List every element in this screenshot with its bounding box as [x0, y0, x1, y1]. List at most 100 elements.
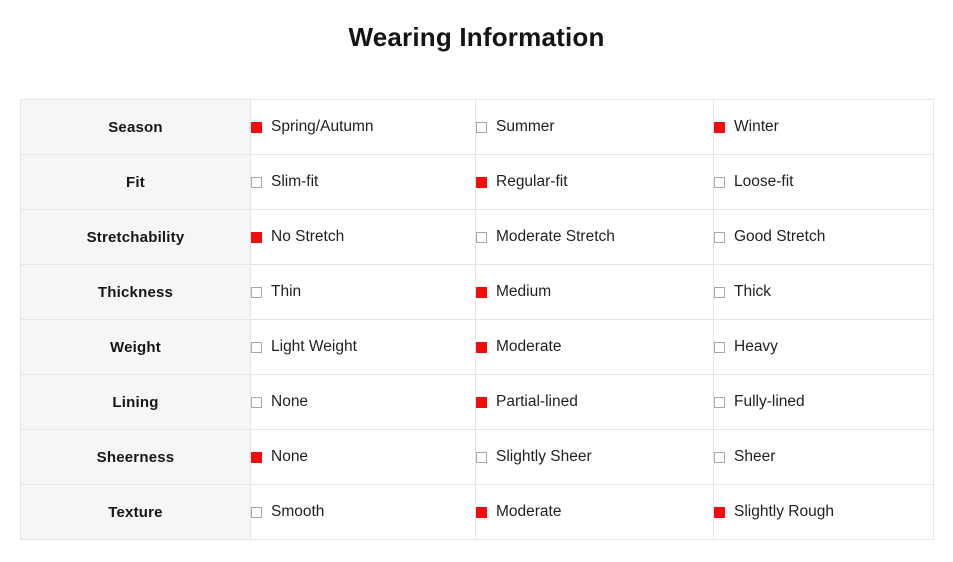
checkbox-unchecked-icon[interactable] — [714, 451, 725, 463]
option-cell[interactable]: Sheer — [713, 429, 934, 485]
option-label: Heavy — [734, 338, 778, 355]
option-cell[interactable]: Thin — [250, 264, 476, 320]
table-row: Texture Smooth Moderate Slightly Rough — [20, 484, 934, 540]
option-cell[interactable]: Slightly Sheer — [475, 429, 714, 485]
checkbox-checked-icon[interactable] — [251, 231, 262, 243]
option-label: Partial-lined — [496, 393, 578, 410]
row-label-3: Thickness — [20, 264, 251, 320]
option-unchecked[interactable]: Moderate Stretch — [476, 228, 713, 246]
option-cell[interactable]: Loose-fit — [713, 154, 934, 210]
option-checked[interactable]: Winter — [714, 118, 933, 136]
option-unchecked[interactable]: Slim-fit — [251, 173, 475, 191]
option-checked[interactable]: Moderate — [476, 503, 713, 521]
row-label-2: Stretchability — [20, 209, 251, 265]
option-unchecked[interactable]: Sheer — [714, 448, 933, 466]
checkbox-unchecked-icon[interactable] — [714, 286, 725, 298]
option-cell[interactable]: None — [250, 429, 476, 485]
option-label: Good Stretch — [734, 228, 826, 245]
option-checked[interactable]: Moderate — [476, 338, 713, 356]
option-label: Slightly Rough — [734, 503, 834, 520]
option-unchecked[interactable]: Good Stretch — [714, 228, 933, 246]
option-cell[interactable]: Light Weight — [250, 319, 476, 375]
option-label: Light Weight — [271, 338, 357, 355]
option-cell[interactable]: Spring/Autumn — [250, 99, 476, 155]
option-cell[interactable]: Moderate — [475, 484, 714, 540]
checkbox-unchecked-icon[interactable] — [251, 176, 262, 188]
option-unchecked[interactable]: Light Weight — [251, 338, 475, 356]
option-checked[interactable]: Regular-fit — [476, 173, 713, 191]
option-unchecked[interactable]: Thin — [251, 283, 475, 301]
option-checked[interactable]: Medium — [476, 283, 713, 301]
option-checked[interactable]: Slightly Rough — [714, 503, 933, 521]
checkbox-unchecked-icon[interactable] — [251, 396, 262, 408]
table-row: Stretchability No Stretch Moderate Stretch… — [20, 209, 934, 265]
option-label: Moderate — [496, 338, 562, 355]
option-cell[interactable]: Moderate Stretch — [475, 209, 714, 265]
checkbox-unchecked-icon[interactable] — [476, 121, 487, 133]
row-label-1: Fit — [20, 154, 251, 210]
checkbox-checked-icon[interactable] — [476, 506, 487, 518]
option-unchecked[interactable]: Heavy — [714, 338, 933, 356]
checkbox-unchecked-icon[interactable] — [714, 341, 725, 353]
checkbox-checked-icon[interactable] — [251, 451, 262, 463]
option-cell[interactable]: None — [250, 374, 476, 430]
option-cell[interactable]: No Stretch — [250, 209, 476, 265]
option-cell[interactable]: Thick — [713, 264, 934, 320]
option-cell[interactable]: Slim-fit — [250, 154, 476, 210]
table-row: Thickness Thin Medium Thick — [20, 264, 934, 320]
option-label: Summer — [496, 118, 555, 135]
wearing-information-page: Wearing Information Season Spring/Autumn S… — [0, 0, 953, 562]
option-unchecked[interactable]: Slightly Sheer — [476, 448, 713, 466]
option-unchecked[interactable]: Smooth — [251, 503, 475, 521]
option-cell[interactable]: Summer — [475, 99, 714, 155]
option-cell[interactable]: Partial-lined — [475, 374, 714, 430]
row-label-6: Sheerness — [20, 429, 251, 485]
checkbox-unchecked-icon[interactable] — [476, 231, 487, 243]
checkbox-checked-icon[interactable] — [476, 396, 487, 408]
option-checked[interactable]: Spring/Autumn — [251, 118, 475, 136]
option-unchecked[interactable]: Loose-fit — [714, 173, 933, 191]
option-checked[interactable]: Partial-lined — [476, 393, 713, 411]
checkbox-unchecked-icon[interactable] — [476, 451, 487, 463]
checkbox-unchecked-icon[interactable] — [251, 341, 262, 353]
option-label: Sheer — [734, 448, 776, 465]
option-cell[interactable]: Good Stretch — [713, 209, 934, 265]
checkbox-checked-icon[interactable] — [476, 286, 487, 298]
checkbox-checked-icon[interactable] — [476, 176, 487, 188]
checkbox-unchecked-icon[interactable] — [714, 176, 725, 188]
checkbox-checked-icon[interactable] — [714, 506, 725, 518]
option-unchecked[interactable]: Fully-lined — [714, 393, 933, 411]
checkbox-checked-icon[interactable] — [476, 341, 487, 353]
checkbox-unchecked-icon[interactable] — [251, 286, 262, 298]
option-cell[interactable]: Winter — [713, 99, 934, 155]
option-cell[interactable]: Slightly Rough — [713, 484, 934, 540]
option-label: Winter — [734, 118, 779, 135]
option-cell[interactable]: Regular-fit — [475, 154, 714, 210]
option-cell[interactable]: Fully-lined — [713, 374, 934, 430]
checkbox-unchecked-icon[interactable] — [714, 231, 725, 243]
option-checked[interactable]: No Stretch — [251, 228, 475, 246]
option-checked[interactable]: None — [251, 448, 475, 466]
checkbox-checked-icon[interactable] — [251, 121, 262, 133]
checkbox-checked-icon[interactable] — [714, 121, 725, 133]
checkbox-unchecked-icon[interactable] — [251, 506, 262, 518]
option-unchecked[interactable]: Thick — [714, 283, 933, 301]
option-unchecked[interactable]: None — [251, 393, 475, 411]
option-cell[interactable]: Medium — [475, 264, 714, 320]
page-title: Wearing Information — [348, 22, 605, 52]
option-unchecked[interactable]: Summer — [476, 118, 713, 136]
wearing-information-table: Season Spring/Autumn Summer Winter Fit Slim-f… — [20, 99, 934, 540]
wearing-information-table-wrapper: Season Spring/Autumn Summer Winter Fit Slim-f… — [20, 99, 934, 540]
option-label: Slightly Sheer — [496, 448, 592, 465]
option-label: Spring/Autumn — [271, 118, 374, 135]
option-cell[interactable]: Heavy — [713, 319, 934, 375]
option-cell[interactable]: Moderate — [475, 319, 714, 375]
table-row: Sheerness None Slightly Sheer Sheer — [20, 429, 934, 485]
table-row: Fit Slim-fit Regular-fit Loose-fit — [20, 154, 934, 210]
row-label-5: Lining — [20, 374, 251, 430]
option-label: Moderate — [496, 503, 562, 520]
option-cell[interactable]: Smooth — [250, 484, 476, 540]
checkbox-unchecked-icon[interactable] — [714, 396, 725, 408]
row-label-4: Weight — [20, 319, 251, 375]
option-label: Thick — [734, 283, 772, 300]
